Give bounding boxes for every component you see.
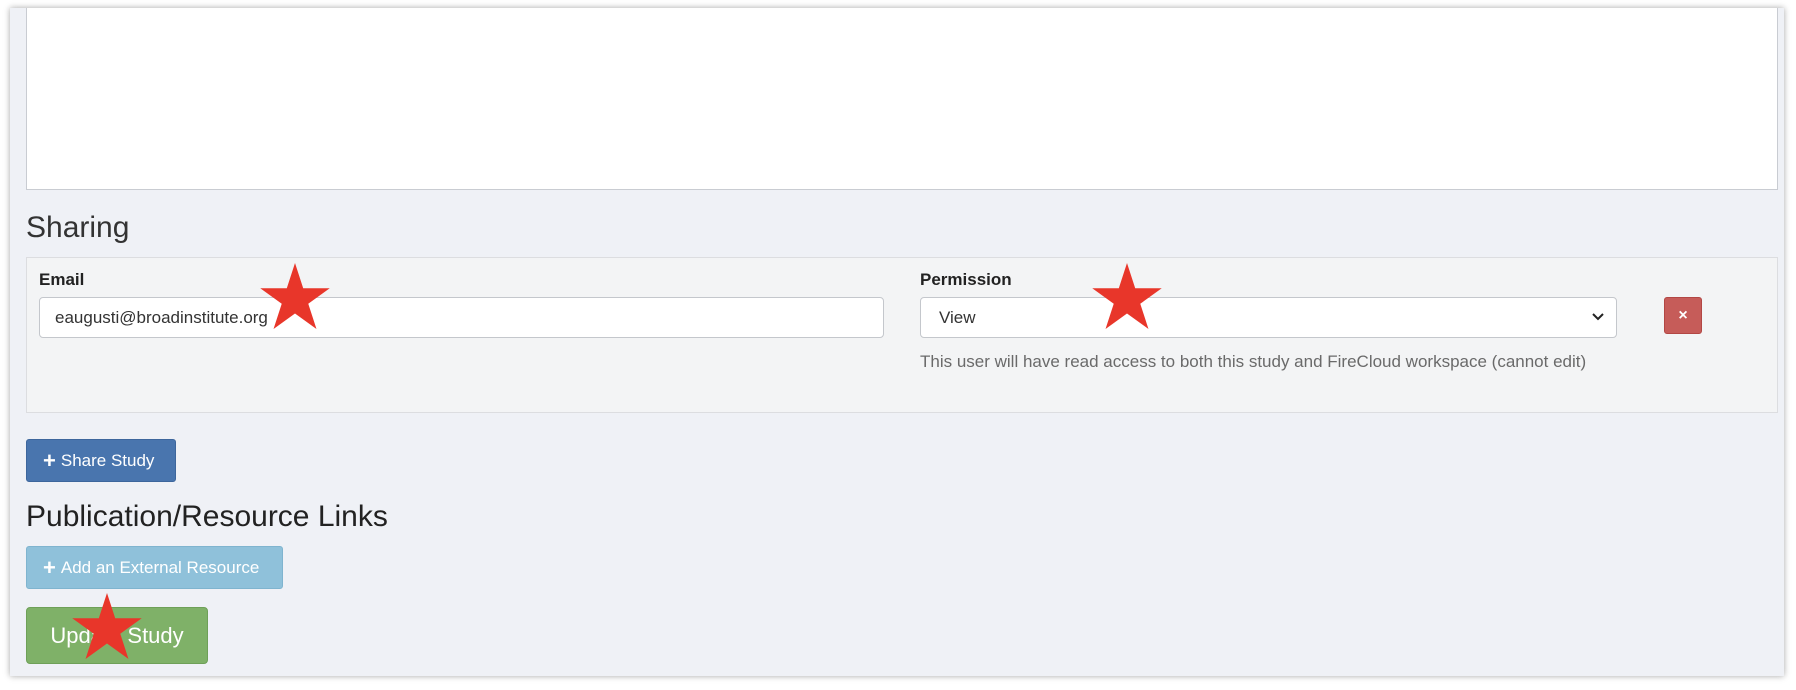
permission-selected-value: View <box>939 307 976 327</box>
permission-help-text: This user will have read access to both … <box>920 352 1587 371</box>
plus-icon: + <box>43 447 56 473</box>
plus-icon: + <box>43 554 56 580</box>
star-icon <box>1092 263 1162 329</box>
publication-links-heading: Publication/Resource Links <box>26 500 388 533</box>
star-icon <box>72 593 142 659</box>
add-external-resource-button[interactable]: + Add an External Resource <box>26 546 283 589</box>
description-editor[interactable] <box>26 8 1778 190</box>
study-edit-form: Sharing Email Permission View This user … <box>10 8 1784 676</box>
share-study-button[interactable]: + Share Study <box>26 439 176 482</box>
chevron-down-icon <box>1592 313 1604 321</box>
email-field[interactable] <box>39 297 884 338</box>
close-icon: × <box>1678 306 1688 324</box>
permission-select[interactable]: View <box>920 297 1617 338</box>
share-study-label: Share Study <box>60 450 155 470</box>
remove-share-button[interactable]: × <box>1664 297 1702 334</box>
add-external-resource-label: Add an External Resource <box>60 557 260 577</box>
permission-label: Permission <box>920 270 1012 289</box>
star-icon <box>260 263 330 329</box>
sharing-heading: Sharing <box>26 211 130 244</box>
email-label: Email <box>39 270 85 289</box>
